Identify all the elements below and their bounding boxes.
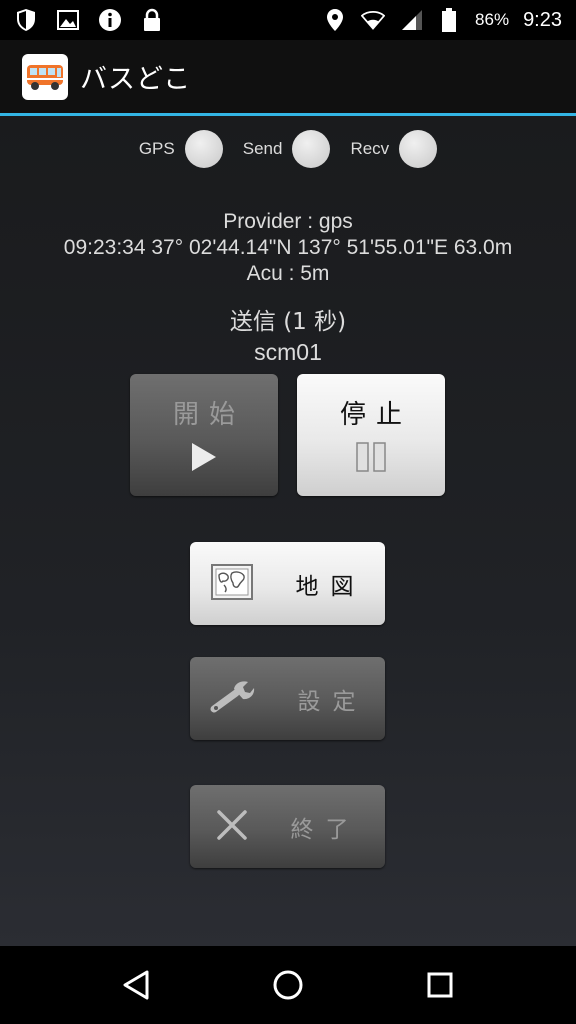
battery-icon [437,8,461,32]
indicator-lamp [292,130,331,168]
close-icon [215,808,249,846]
accuracy-text: Acu : 5m [246,262,330,285]
location-icon [323,8,347,32]
indicator-label: GPS [138,139,175,158]
indicator-lamp [184,130,223,168]
clock: 9:23 [523,8,562,31]
play-icon [189,441,219,477]
home-icon[interactable] [268,965,308,1005]
start-button[interactable]: 開始 [130,374,278,496]
exit-button[interactable]: 終了 [190,785,385,868]
wrench-icon [208,679,256,719]
settings-button[interactable]: 設定 [190,657,385,740]
action-bar: バスどこ [0,40,576,116]
stop-label: 停止 [339,399,412,430]
pause-icon [354,441,388,477]
bus-icon[interactable] [22,53,68,100]
main-panel: GPS Send Recv Provider : gps 09:23:34 37… [0,116,576,946]
lock-icon [140,8,164,32]
send-indicator: Send [243,130,331,168]
navigation-bar [0,946,576,1024]
recents-icon[interactable] [420,965,460,1005]
indicator-label: Send [242,139,283,158]
map-button[interactable]: 地図 [190,542,385,625]
settings-label: 設定 [297,688,368,715]
status-indicators: GPS Send Recv [0,130,576,168]
indicator-lamp [399,130,438,168]
recv-indicator: Recv [350,130,438,168]
provider-text: Provider : gps [223,210,353,233]
gps-indicator: GPS [139,130,223,168]
app-title: バスどこ [80,64,192,95]
start-label: 開始 [172,399,245,430]
map-icon [210,563,254,605]
map-label: 地図 [295,573,366,600]
info-icon [98,8,122,32]
image-icon [56,8,80,32]
indicator-label: Recv [350,139,390,158]
signal-icon [399,8,423,32]
wifi-icon [361,8,386,32]
status-bar: 86% 9:23 [0,0,576,40]
stop-button[interactable]: 停止 [297,374,445,496]
exit-label: 終了 [290,816,361,843]
shield-icon [14,8,38,32]
user-id-text: scm01 [254,339,322,365]
back-icon[interactable] [116,965,156,1005]
send-interval-text: 送信 (1 秒) [229,309,347,335]
battery-percent: 86% [475,10,510,29]
location-text: 09:23:34 37° 02'44.14"N 137° 51'55.01"E … [63,236,513,259]
